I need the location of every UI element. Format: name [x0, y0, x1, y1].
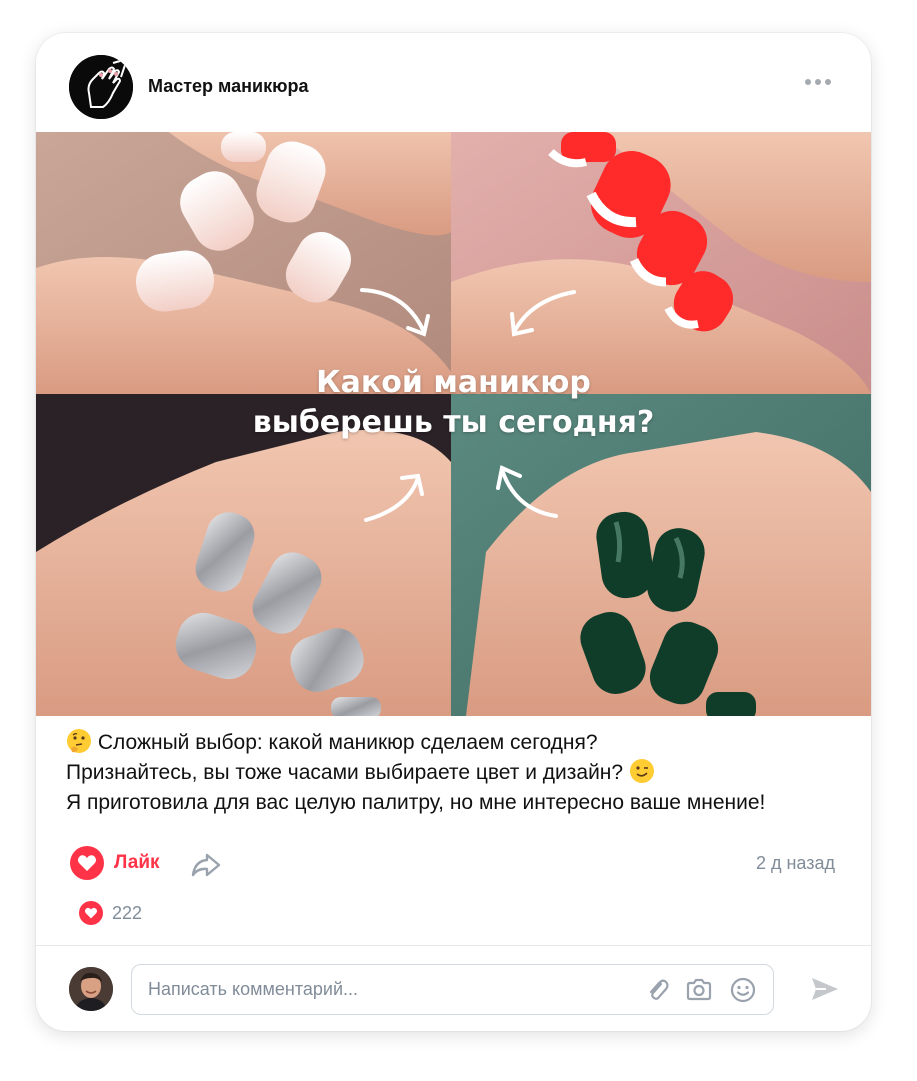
post-header: Мастер маникюра — [36, 33, 871, 132]
post-text-line1-text: Сложный выбор: какой маникюр сделаем сег… — [97, 731, 598, 754]
thinking-face-emoji — [67, 729, 91, 753]
likes-count[interactable]: 222 — [70, 901, 142, 925]
smile-icon[interactable] — [729, 976, 757, 1004]
like-button[interactable]: Лайк — [70, 846, 160, 880]
image-title-line2: выберешь ты сегодня? — [252, 405, 655, 440]
post-timestamp[interactable]: 2 д назад — [756, 853, 835, 874]
post-image[interactable]: Какой маникюр выберешь ты сегодня? — [36, 132, 871, 716]
heart-icon — [70, 846, 104, 880]
author-name[interactable]: Мастер маникюра — [148, 76, 308, 97]
send-icon[interactable] — [809, 973, 841, 1005]
camera-icon[interactable] — [685, 976, 713, 1004]
post-card: Мастер маникюра Какой маникюр выберешь т… — [36, 33, 871, 1031]
likes-count-value: 222 — [112, 902, 143, 923]
divider — [36, 945, 871, 946]
heart-icon — [79, 901, 103, 925]
winking-face-emoji — [629, 759, 654, 783]
image-title-line1: Какой маникюр — [316, 365, 591, 400]
like-label: Лайк — [114, 852, 160, 873]
post-text-line2-text: Признайтесь, вы тоже часами выбираете цв… — [66, 761, 624, 784]
share-icon[interactable] — [189, 847, 223, 881]
post-text: Сложный выбор: какой маникюр сделаем сег… — [66, 728, 856, 818]
paperclip-icon[interactable] — [643, 976, 671, 1004]
post-text-line2: Признайтесь, вы тоже часами выбираете цв… — [66, 758, 856, 788]
post-text-line1: Сложный выбор: какой маникюр сделаем сег… — [66, 728, 856, 758]
hand-logo-icon — [69, 55, 133, 119]
comment-input[interactable] — [148, 965, 628, 1014]
community-avatar[interactable] — [69, 55, 133, 119]
more-dots-icon[interactable] — [803, 75, 833, 89]
post-text-line3: Я приготовила для вас целую палитру, но … — [66, 791, 766, 814]
user-avatar[interactable] — [69, 967, 113, 1011]
comment-box[interactable] — [131, 964, 774, 1015]
